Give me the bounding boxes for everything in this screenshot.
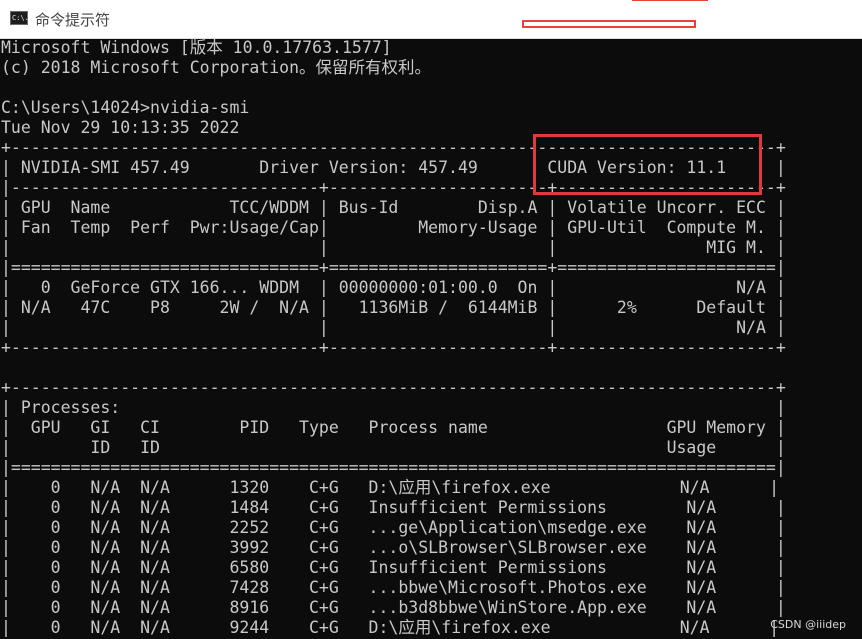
- console-line: |=======================================…: [1, 458, 786, 477]
- title-bar[interactable]: C:\. 命令提示符: [0, 0, 862, 39]
- window-title: 命令提示符: [35, 11, 111, 29]
- console-icon: C:\.: [10, 11, 29, 25]
- console-line: | 0 N/A N/A 1484 C+G Insufficient Permis…: [1, 498, 786, 517]
- console-line: Microsoft Windows [版本 10.0.17763.1577]: [1, 38, 392, 57]
- console-line: C:\Users\14024>nvidia-smi: [1, 98, 250, 117]
- console-line: | | | MIG M. |: [1, 238, 786, 257]
- console-line: +---------------------------------------…: [1, 378, 786, 397]
- console-line: | 0 N/A N/A 3992 C+G ...o\SLBrowser\SLBr…: [1, 538, 786, 557]
- console-line: | Processes: |: [1, 398, 786, 417]
- redaction-box: [522, 20, 696, 28]
- console-line: | 0 N/A N/A 7428 C+G ...bbwe\Microsoft.P…: [1, 578, 786, 597]
- cuda-version-highlight: [533, 134, 762, 195]
- console-line: | ID ID Usage |: [1, 438, 786, 457]
- console-line: | 0 N/A N/A 1320 C+G D:\应用\firefox.exe N…: [1, 478, 780, 497]
- console-line: Tue Nov 29 10:13:35 2022: [1, 118, 240, 137]
- console-line: | | | N/A |: [1, 318, 786, 337]
- console-line: | 0 N/A N/A 8916 C+G ...b3d8bbwe\WinStor…: [1, 598, 786, 617]
- console-line: | 0 N/A N/A 6580 C+G Insufficient Permis…: [1, 558, 786, 577]
- title-accent: [632, 0, 708, 1]
- console-line: |===============================+=======…: [1, 258, 786, 277]
- console-line: | N/A 47C P8 2W / N/A | 1136MiB / 6144Mi…: [1, 298, 786, 317]
- console-line: (c) 2018 Microsoft Corporation。保留所有权利。: [1, 58, 432, 77]
- console-line: | 0 GeForce GTX 166... WDDM | 00000000:0…: [1, 278, 786, 297]
- watermark: CSDN @iiidep: [770, 618, 846, 631]
- console-line: | GPU Name TCC/WDDM | Bus-Id Disp.A | Vo…: [1, 198, 786, 217]
- console-line: | 0 N/A N/A 9244 C+G D:\应用\firefox.exe N…: [1, 618, 780, 637]
- console-line: +-------------------------------+-------…: [1, 338, 786, 357]
- console-output[interactable]: Microsoft Windows [版本 10.0.17763.1577] (…: [0, 38, 862, 639]
- console-line: | 0 N/A N/A 2252 C+G ...ge\Application\m…: [1, 518, 786, 537]
- console-line: | Fan Temp Perf Pwr:Usage/Cap| Memory-Us…: [1, 218, 786, 237]
- console-line: | GPU GI CI PID Type Process name GPU Me…: [1, 418, 786, 437]
